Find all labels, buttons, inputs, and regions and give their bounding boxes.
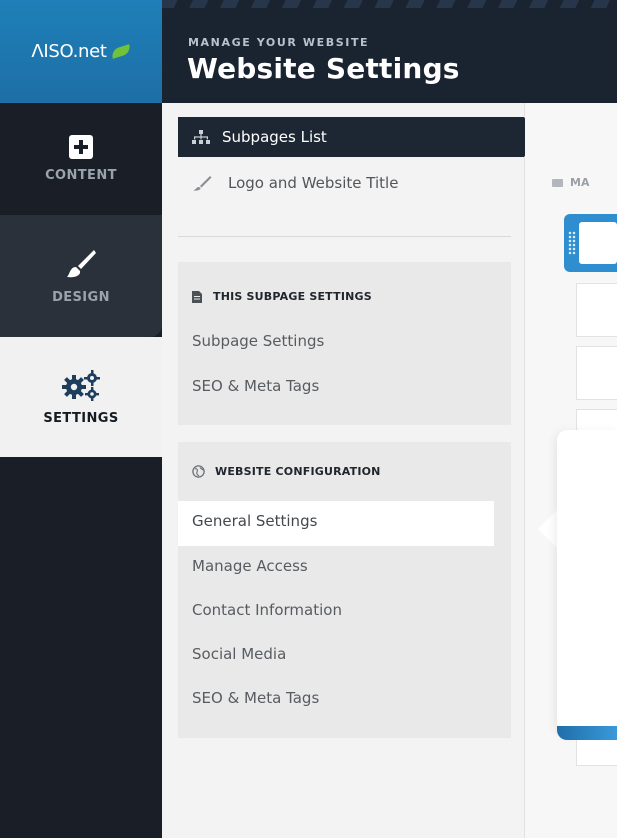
subpages-list-label: Subpages List xyxy=(222,128,327,146)
page-row[interactable] xyxy=(576,740,617,766)
website-config-heading: WEBSITE CONFIGURATION xyxy=(192,465,381,478)
folder-icon xyxy=(552,178,563,187)
page-row-bottom-accent xyxy=(557,726,617,740)
page-title: Website Settings xyxy=(187,52,460,85)
this-subpage-heading: THIS SUBPAGE SETTINGS xyxy=(192,290,372,303)
header-eyebrow: MANAGE YOUR WEBSITE xyxy=(188,36,370,49)
website-config-title: WEBSITE CONFIGURATION xyxy=(215,465,381,478)
divider xyxy=(178,236,511,237)
subpage-settings-link[interactable]: Subpage Settings xyxy=(192,332,324,350)
website-seo-link[interactable]: SEO & Meta Tags xyxy=(192,689,319,707)
gears-icon xyxy=(62,369,100,401)
nav-lower-area xyxy=(0,457,162,838)
popover xyxy=(557,430,617,733)
social-media-link[interactable]: Social Media xyxy=(192,645,286,663)
contact-information-link[interactable]: Contact Information xyxy=(192,601,342,619)
popover-arrow xyxy=(538,509,558,549)
page-row[interactable] xyxy=(576,283,617,337)
globe-icon xyxy=(192,465,205,478)
manage-access-link[interactable]: Manage Access xyxy=(192,557,308,575)
brush-icon xyxy=(67,250,96,278)
nav-tab-label: DESIGN xyxy=(52,290,110,305)
selected-page-row-body xyxy=(579,222,617,264)
nav-tab-label: CONTENT xyxy=(45,168,117,183)
breadcrumb: MA xyxy=(552,176,589,189)
general-settings-link[interactable]: General Settings xyxy=(192,512,317,530)
logo-title-label: Logo and Website Title xyxy=(228,174,399,192)
logo-title-item[interactable]: Logo and Website Title xyxy=(192,174,398,192)
leaf-icon xyxy=(109,44,132,59)
sitemap-icon xyxy=(192,130,210,144)
logo[interactable]: ΛISO.net xyxy=(0,0,162,103)
page-row[interactable] xyxy=(576,346,617,400)
pencil-icon xyxy=(193,176,212,191)
breadcrumb-text: MA xyxy=(570,176,590,189)
logo-text: ΛISO.net xyxy=(31,41,107,62)
document-icon xyxy=(192,290,202,303)
subpage-seo-link[interactable]: SEO & Meta Tags xyxy=(192,377,319,395)
this-subpage-title: THIS SUBPAGE SETTINGS xyxy=(213,290,372,303)
nav-tab-label: SETTINGS xyxy=(43,410,119,426)
nav-tab-content[interactable]: CONTENT xyxy=(0,103,162,215)
nav-tab-design[interactable]: DESIGN xyxy=(0,215,162,337)
subpages-list-item[interactable]: Subpages List xyxy=(178,117,524,157)
plus-square-icon xyxy=(69,135,93,159)
nav-tab-settings[interactable]: SETTINGS xyxy=(0,337,162,457)
drag-handle-icon[interactable] xyxy=(568,231,576,255)
header-decoration xyxy=(162,0,617,8)
